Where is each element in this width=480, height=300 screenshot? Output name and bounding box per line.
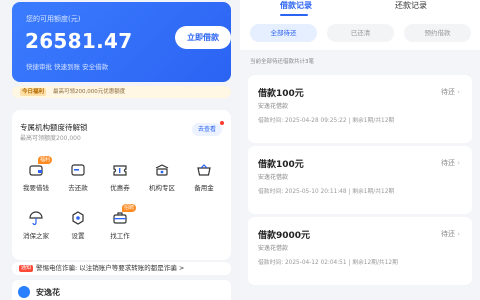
- notice-text: 警惕电信诈骗: 以注销账户等要求转账的都是诈骗 >: [36, 264, 185, 272]
- grid-label: 备用金: [194, 184, 214, 192]
- grid-label: 找工作: [110, 232, 130, 240]
- loan-amount: 借款9000元: [258, 231, 311, 241]
- loan-name: 安逸花借款: [258, 103, 289, 110]
- grid-label: 机构专区: [149, 184, 175, 192]
- notice-tag: 通知: [19, 265, 34, 272]
- grid-item-reserve[interactable]: 备用金: [184, 162, 224, 200]
- card-icon: [70, 162, 86, 178]
- filter-reserved[interactable]: 预约借款: [404, 24, 471, 42]
- grid-label: 消保之家: [23, 232, 49, 240]
- loan-status[interactable]: 待还: [441, 158, 460, 168]
- available-limit-label: 您的可用额度(元): [26, 15, 81, 23]
- loan-time: 借款时间: 2025-05-10 20:11:48 | 剩余1期/共12期: [258, 189, 395, 195]
- loan-amount: 借款100元: [258, 160, 304, 170]
- tab-repay-records[interactable]: 还款记录: [395, 0, 427, 11]
- grid-item-job[interactable]: 招聘 找工作: [100, 204, 140, 248]
- grid-badge: 福利: [38, 156, 53, 164]
- available-limit-amount: 26581.47: [25, 29, 133, 53]
- welfare-text: 最高可领200,000元优惠额度: [53, 89, 126, 95]
- record-tabs: 借款记录 还款记录: [240, 0, 480, 20]
- active-tab-indicator: [280, 14, 308, 16]
- tab-borrow-records[interactable]: 借款记录: [280, 0, 312, 11]
- grid-item-borrow[interactable]: 福利 我要借钱: [16, 156, 56, 200]
- loan-name: 安逸花借款: [258, 245, 289, 252]
- notification-dot: [220, 121, 224, 125]
- umbrella-icon: [28, 210, 44, 226]
- loan-status[interactable]: 待还: [441, 229, 460, 239]
- grid-item-coupon[interactable]: 优惠券: [100, 162, 140, 200]
- wallet-icon: 福利: [28, 156, 53, 178]
- loan-status[interactable]: 待还: [441, 87, 460, 97]
- product-card[interactable]: 安逸花: [12, 280, 231, 300]
- borrow-now-button[interactable]: 立即借款: [175, 26, 231, 49]
- services-panel: 专属机构额度待解锁 最高可领额度200,000 去查看 福利 我要借钱 去还款 …: [12, 110, 231, 260]
- fraud-notice[interactable]: 通知 警惕电信诈骗: 以注销账户等要求转账的都是诈骗 >: [12, 262, 231, 275]
- pending-count-text: 当前全部待还借款共计3笔: [250, 59, 315, 65]
- app-logo-icon: [18, 286, 30, 298]
- gear-icon: [70, 210, 86, 226]
- filter-bar: 全部待还 已还清 预约借款: [240, 20, 480, 50]
- view-button[interactable]: 去查看: [192, 123, 222, 136]
- credit-card-banner: 您的可用额度(元) 26581.47 快捷审批 快速到账 安全借款 立即借款: [12, 2, 231, 82]
- product-name: 安逸花: [36, 288, 60, 297]
- loan-name: 安逸花借款: [258, 174, 289, 181]
- briefcase-icon: 招聘: [112, 204, 137, 226]
- feature-text: 快捷审批 快速到账 安全借款: [26, 63, 109, 71]
- welfare-bar[interactable]: 今日福利 最高可领200,000元优惠额度: [12, 86, 231, 98]
- loan-time: 借款时间: 2025-04-12 02:04:51 | 剩余12期/共12期: [258, 260, 398, 266]
- grid-badge: 招聘: [122, 204, 137, 212]
- bank-icon: [154, 162, 170, 178]
- filter-all-pending[interactable]: 全部待还: [250, 24, 317, 42]
- filter-paid-off[interactable]: 已还清: [327, 24, 394, 42]
- grid-label: 优惠券: [110, 184, 130, 192]
- grid-item-consumer-protection[interactable]: 消保之家: [16, 210, 56, 248]
- welfare-tag: 今日福利: [20, 88, 47, 96]
- loan-card[interactable]: 借款9000元 待还 安逸花借款 借款时间: 2025-04-12 02:04:…: [248, 217, 472, 285]
- unlock-title: 专属机构额度待解锁: [20, 123, 88, 132]
- loan-time: 借款时间: 2025-04-28 09:25:22 | 剩余1期/共12期: [258, 118, 395, 124]
- grid-item-repay[interactable]: 去还款: [58, 162, 98, 200]
- coupon-icon: [112, 162, 128, 178]
- basket-icon: [196, 162, 212, 178]
- loan-amount: 借款100元: [258, 89, 304, 99]
- home-screen: 您的可用额度(元) 26581.47 快捷审批 快速到账 安全借款 立即借款 今…: [0, 0, 240, 300]
- records-screen: 借款记录 还款记录 全部待还 已还清 预约借款 当前全部待还借款共计3笔 借款1…: [240, 0, 480, 300]
- grid-label: 我要借钱: [23, 184, 49, 192]
- grid-item-institution[interactable]: 机构专区: [142, 162, 182, 200]
- loan-card[interactable]: 借款100元 待还 安逸花借款 借款时间: 2025-05-10 20:11:4…: [248, 146, 472, 214]
- grid-label: 去还款: [68, 184, 88, 192]
- grid-item-settings[interactable]: 设置: [58, 210, 98, 248]
- unlock-subtitle: 最高可领额度200,000: [20, 135, 81, 142]
- loan-card[interactable]: 借款100元 待还 安逸花借款 借款时间: 2025-04-28 09:25:2…: [248, 75, 472, 143]
- grid-label: 设置: [71, 232, 85, 240]
